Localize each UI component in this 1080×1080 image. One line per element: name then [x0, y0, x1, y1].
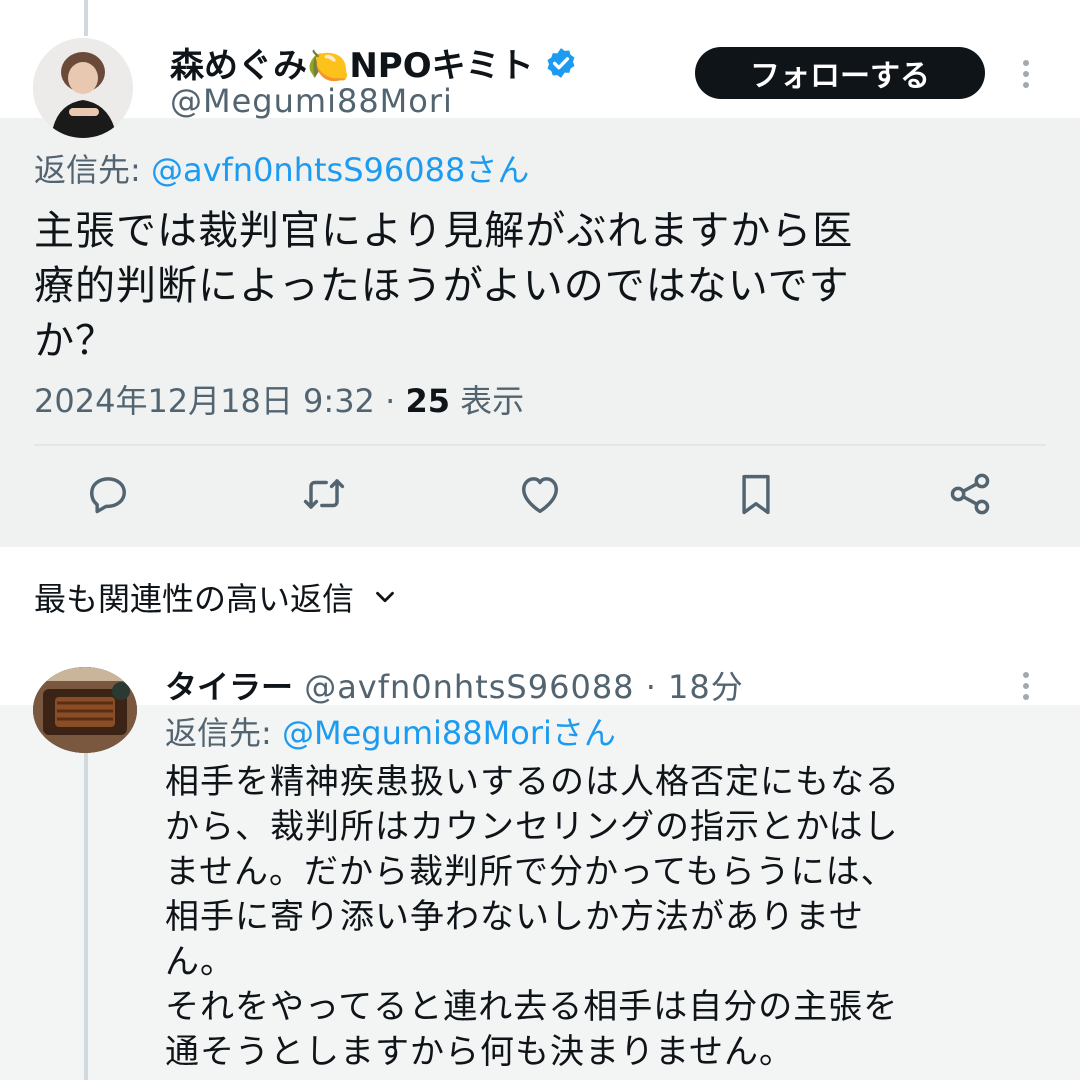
reply-thread-line	[84, 752, 88, 1080]
author-name-row: 森めぐみ🍋NPOキミト	[170, 38, 578, 87]
reply-author-handle-time[interactable]: @avfn0nhtsS96088 · 18分	[293, 668, 744, 706]
reply-text: 相手を精神疾患扱いするのは人格否定にもなる から、裁判所はカウンセリングの指示と…	[165, 760, 1055, 1075]
main-tweet: 森めぐみ🍋NPOキミト @Megumi88Mori フォローする 返信先: @a…	[0, 0, 1080, 545]
divider	[34, 444, 1046, 446]
share-icon[interactable]	[942, 466, 998, 522]
retweet-icon[interactable]	[296, 466, 352, 522]
reply-author-name[interactable]: タイラー	[165, 668, 293, 706]
reply-text-line: 相手に寄り添い争わないしか方法がありませ	[165, 897, 864, 937]
follow-button[interactable]: フォローする	[695, 47, 985, 99]
reply-text-line: 相手を精神疾患扱いするのは人格否定にもなる	[165, 762, 900, 802]
tweet-text-line: 主張では裁判官により見解がぶれますから医	[34, 208, 854, 254]
sort-replies-dropdown[interactable]: 最も関連性の高い返信	[34, 574, 400, 620]
sort-label: 最も関連性の高い返信	[34, 580, 355, 618]
bookmark-icon[interactable]	[728, 466, 784, 522]
tweet-text-line: か？	[34, 318, 116, 364]
reply-text-line: それをやってると連れ去る相手は自分の主張を	[165, 987, 899, 1027]
author-avatar[interactable]	[33, 38, 133, 138]
section-divider	[0, 545, 1080, 547]
reply-reply-to-mention-link[interactable]: @Megumi88Moriさん	[282, 714, 616, 752]
reply-to-prefix: 返信先:	[34, 151, 151, 189]
reply-reply-to-line: 返信先: @Megumi88Moriさん	[165, 708, 616, 754]
views-label: 表示	[449, 382, 525, 420]
reply-author-avatar[interactable]	[33, 667, 137, 753]
reply-to-mention-link[interactable]: @avfn0nhtsS96088さん	[151, 151, 529, 189]
tweet-text-line: 療的判断によったほうがよいのではないです	[34, 263, 850, 309]
tweet-meta: 2024年12月18日 9:32 · 25 表示	[34, 376, 524, 422]
reply-text-line: から、裁判所はカウンセリングの指示とかはし	[165, 807, 899, 847]
reply-author-row: タイラー @avfn0nhtsS96088 · 18分	[165, 662, 744, 708]
reply-reply-to-prefix: 返信先:	[165, 714, 282, 752]
reply-to-line: 返信先: @avfn0nhtsS96088さん	[34, 145, 529, 191]
reply-icon[interactable]	[80, 466, 136, 522]
author-handle[interactable]: @Megumi88Mori	[170, 82, 453, 120]
timestamp[interactable]: 2024年12月18日 9:32 ·	[34, 382, 405, 420]
thread-line	[84, 0, 88, 36]
more-options-icon[interactable]	[1021, 60, 1031, 90]
tweet-text: 主張では裁判官により見解がぶれますから医 療的判断によったほうがよいのではないで…	[34, 204, 1044, 369]
reply-text-line: 通そうとしますから何も決まりません。	[165, 1032, 794, 1072]
verified-badge-icon	[544, 46, 578, 80]
reply-text-line: ん。	[165, 942, 235, 982]
chevron-down-icon	[376, 591, 394, 603]
author-name[interactable]: 森めぐみ🍋NPOキミト	[170, 38, 534, 87]
views-count: 25	[405, 382, 450, 420]
reply-more-options-icon[interactable]	[1021, 672, 1031, 702]
like-icon[interactable]	[512, 466, 568, 522]
reply-text-line: ません。だから裁判所で分かってもらうには、	[165, 852, 896, 892]
